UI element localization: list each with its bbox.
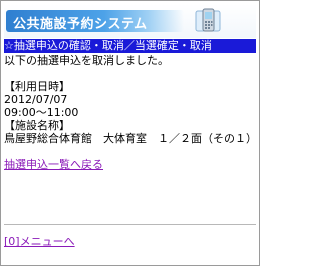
footer-menu: [0]メニューへ (4, 235, 75, 248)
facility-name: 鳥屋野総合体育館 大体育室 １／２面（その１） (4, 132, 257, 145)
mobile-phone-icon (195, 8, 221, 32)
usage-date: 2012/07/07 (4, 93, 68, 106)
header: 公共施設予約システム (4, 4, 256, 38)
divider (4, 224, 256, 225)
usage-time: 09:00～11:00 (4, 106, 79, 119)
page-frame: 公共施設予約システム ☆抽選申込の確認・取消／当選確定・取消 以下の抽選申込を取… (0, 0, 260, 266)
datetime-label: 【利用日時】 (4, 80, 70, 93)
section-heading: ☆抽選申込の確認・取消／当選確定・取消 (4, 39, 256, 53)
content: 以下の抽選申込を取消しました。 【利用日時】 2012/07/07 09:00～… (4, 54, 257, 171)
back-to-list-link[interactable]: 抽選申込一覧へ戻る (4, 158, 256, 171)
result-message: 以下の抽選申込を取消しました。 (4, 54, 169, 67)
menu-link[interactable]: [0]メニューへ (4, 235, 75, 248)
facility-label: 【施設名称】 (4, 119, 70, 132)
app-title: 公共施設予約システム (13, 17, 148, 32)
